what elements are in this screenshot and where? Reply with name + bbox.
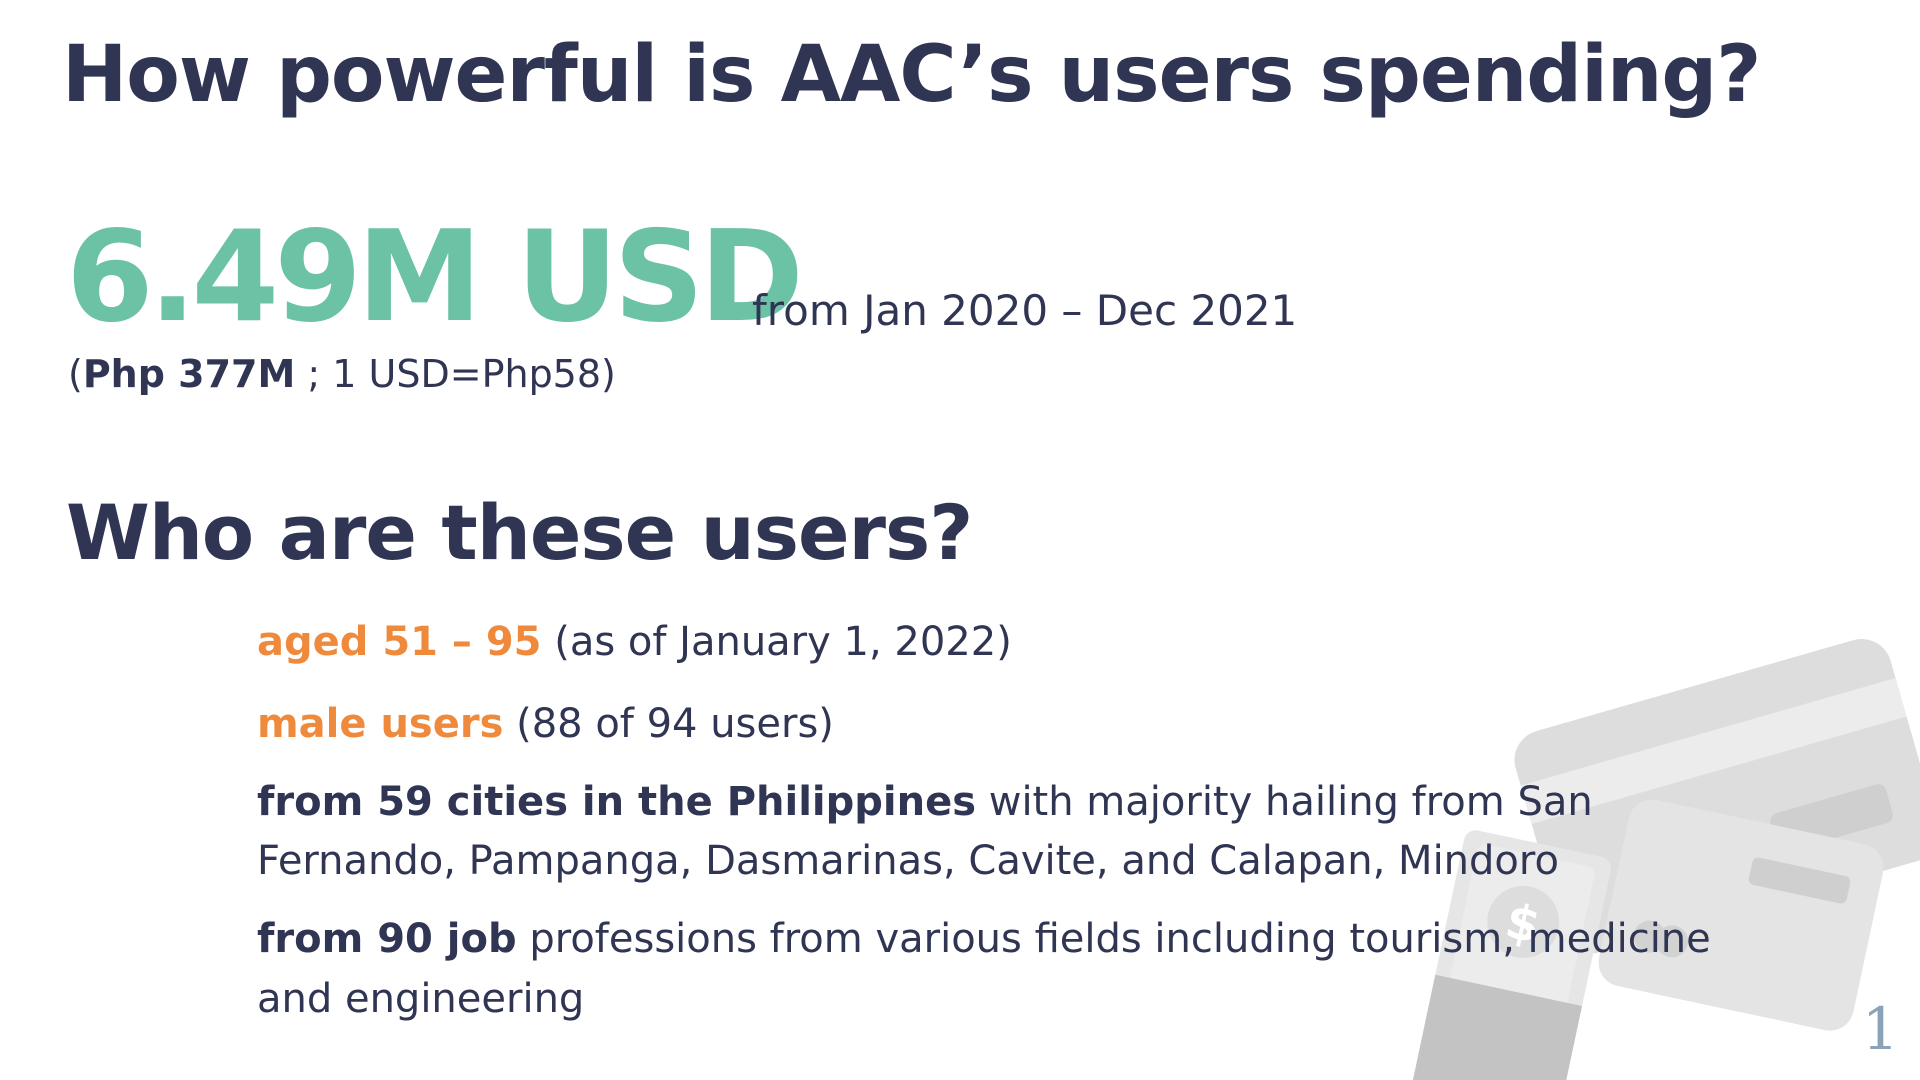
page-number: 1 (1862, 995, 1899, 1063)
exchange-rate: ; 1 USD=Php58) (295, 352, 616, 396)
fact-cities-highlight: from 59 cities in the Philippines (257, 779, 977, 825)
fact-jobs-detail: professions from various fields includin… (516, 916, 1711, 962)
fact-age-detail: (as of January 1, 2022) (541, 619, 1012, 665)
php-open-paren: ( (68, 352, 83, 396)
fact-jobs-continued: and engineering (257, 976, 585, 1022)
slide: How powerful is AAC’s users spending? 6.… (0, 0, 1920, 1080)
fact-jobs: from 90 job professions from various fie… (257, 909, 1711, 969)
fact-cities-continued: Fernando, Pampanga, Dasmarinas, Cavite, … (257, 838, 1559, 884)
fact-gender-detail: (88 of 94 users) (503, 701, 834, 747)
users-heading: Who are these users? (66, 488, 973, 577)
fact-age-highlight: aged 51 – 95 (257, 619, 542, 665)
total-spending-amount: 6.49M USD (66, 203, 804, 350)
fact-gender: male users (88 of 94 users) (257, 694, 834, 754)
slide-title: How powerful is AAC’s users spending? (62, 30, 1761, 120)
spending-period: from Jan 2020 – Dec 2021 (752, 286, 1298, 335)
php-amount: Php 377M (82, 352, 296, 396)
fact-cities: from 59 cities in the Philippines with m… (257, 772, 1593, 832)
fact-cities-detail: with majority hailing from San (976, 779, 1593, 825)
php-conversion: (Php 377M ; 1 USD=Php58) (68, 352, 616, 396)
fact-gender-highlight: male users (257, 701, 504, 747)
fact-age: aged 51 – 95 (as of January 1, 2022) (257, 612, 1012, 672)
fact-jobs-highlight: from 90 job (257, 916, 517, 962)
